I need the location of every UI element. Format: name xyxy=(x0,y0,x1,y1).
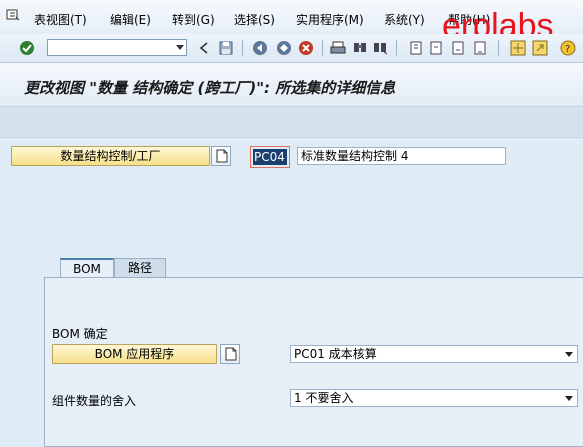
menu-edit[interactable]: 编辑(E) xyxy=(110,11,151,28)
help-icon[interactable]: ? xyxy=(560,40,576,56)
print-icon[interactable] xyxy=(330,40,346,56)
key-field-value: PC04 xyxy=(253,149,287,165)
key-select-button-label: 数量结构控制/工厂 xyxy=(60,149,161,163)
key-detail-button[interactable] xyxy=(211,146,231,166)
back-nav-icon[interactable] xyxy=(196,40,212,56)
tab-bom-label: BOM xyxy=(73,262,101,276)
find-next-icon[interactable] xyxy=(372,40,388,56)
toolbar-separator xyxy=(322,40,323,56)
bom-application-button-label: BOM 应用程序 xyxy=(94,347,175,361)
svg-text:?: ? xyxy=(565,44,570,55)
command-field[interactable] xyxy=(47,39,187,56)
application-toolbar xyxy=(0,107,583,138)
component-rounding-select[interactable]: 1 不要舍入 xyxy=(290,389,578,407)
menu-bar: 表视图(T) 编辑(E) 转到(G) 选择(S) 实用程序(M) 系统(Y) 帮… xyxy=(0,0,583,45)
system-menu-icon[interactable] xyxy=(6,9,20,21)
bom-determination-label: BOM 确定 xyxy=(52,327,108,341)
menu-system[interactable]: 系统(Y) xyxy=(384,11,425,28)
component-rounding-value: 1 不要舍入 xyxy=(294,391,354,405)
cancel-icon[interactable] xyxy=(298,40,314,56)
page-title: 更改视图 "数量 结构确定 (跨工厂)": 所选集的详细信息 xyxy=(24,79,396,97)
prev-page-icon[interactable] xyxy=(428,40,444,56)
component-rounding-label: 组件数量的舍入 xyxy=(52,394,137,408)
menu-table-view[interactable]: 表视图(T) xyxy=(34,11,87,28)
first-page-icon[interactable] xyxy=(408,40,424,56)
toolbar-separator xyxy=(396,40,397,56)
standard-toolbar: ? xyxy=(0,34,583,63)
check-icon[interactable] xyxy=(19,40,35,56)
toolbar-separator xyxy=(242,40,243,56)
key-description-value: 标准数量结构控制 4 xyxy=(301,149,409,163)
chevron-down-icon[interactable] xyxy=(176,45,184,50)
menu-utilities[interactable]: 实用程序(M) xyxy=(296,11,364,28)
exit-icon[interactable] xyxy=(276,40,292,56)
title-bar: 更改视图 "数量 结构确定 (跨工厂)": 所选集的详细信息 xyxy=(0,63,583,107)
key-select-button[interactable]: 数量结构控制/工厂 xyxy=(11,146,210,166)
tab-bom[interactable]: BOM xyxy=(60,258,114,278)
next-page-icon[interactable] xyxy=(450,40,466,56)
shortcut-icon[interactable] xyxy=(532,40,548,56)
chevron-down-icon[interactable] xyxy=(565,396,573,401)
menu-select[interactable]: 选择(S) xyxy=(234,11,275,28)
find-icon[interactable] xyxy=(352,40,368,56)
bom-application-value: PC01 成本核算 xyxy=(294,347,377,361)
key-field[interactable]: PC04 xyxy=(250,146,290,168)
key-description-field: 标准数量结构控制 4 xyxy=(297,147,506,165)
toolbar-separator xyxy=(498,40,499,56)
document-icon xyxy=(216,149,228,163)
menu-goto[interactable]: 转到(G) xyxy=(172,11,215,28)
back-icon[interactable] xyxy=(252,40,268,56)
document-icon xyxy=(225,347,237,361)
bom-application-button[interactable]: BOM 应用程序 xyxy=(52,344,217,364)
tab-routing[interactable]: 路径 xyxy=(114,258,166,278)
bom-application-select[interactable]: PC01 成本核算 xyxy=(290,345,578,363)
last-page-icon[interactable] xyxy=(472,40,488,56)
bom-application-detail-button[interactable] xyxy=(220,344,240,364)
tab-routing-label: 路径 xyxy=(127,261,152,275)
new-session-icon[interactable] xyxy=(510,40,526,56)
chevron-down-icon[interactable] xyxy=(565,352,573,357)
save-icon[interactable] xyxy=(218,40,234,56)
